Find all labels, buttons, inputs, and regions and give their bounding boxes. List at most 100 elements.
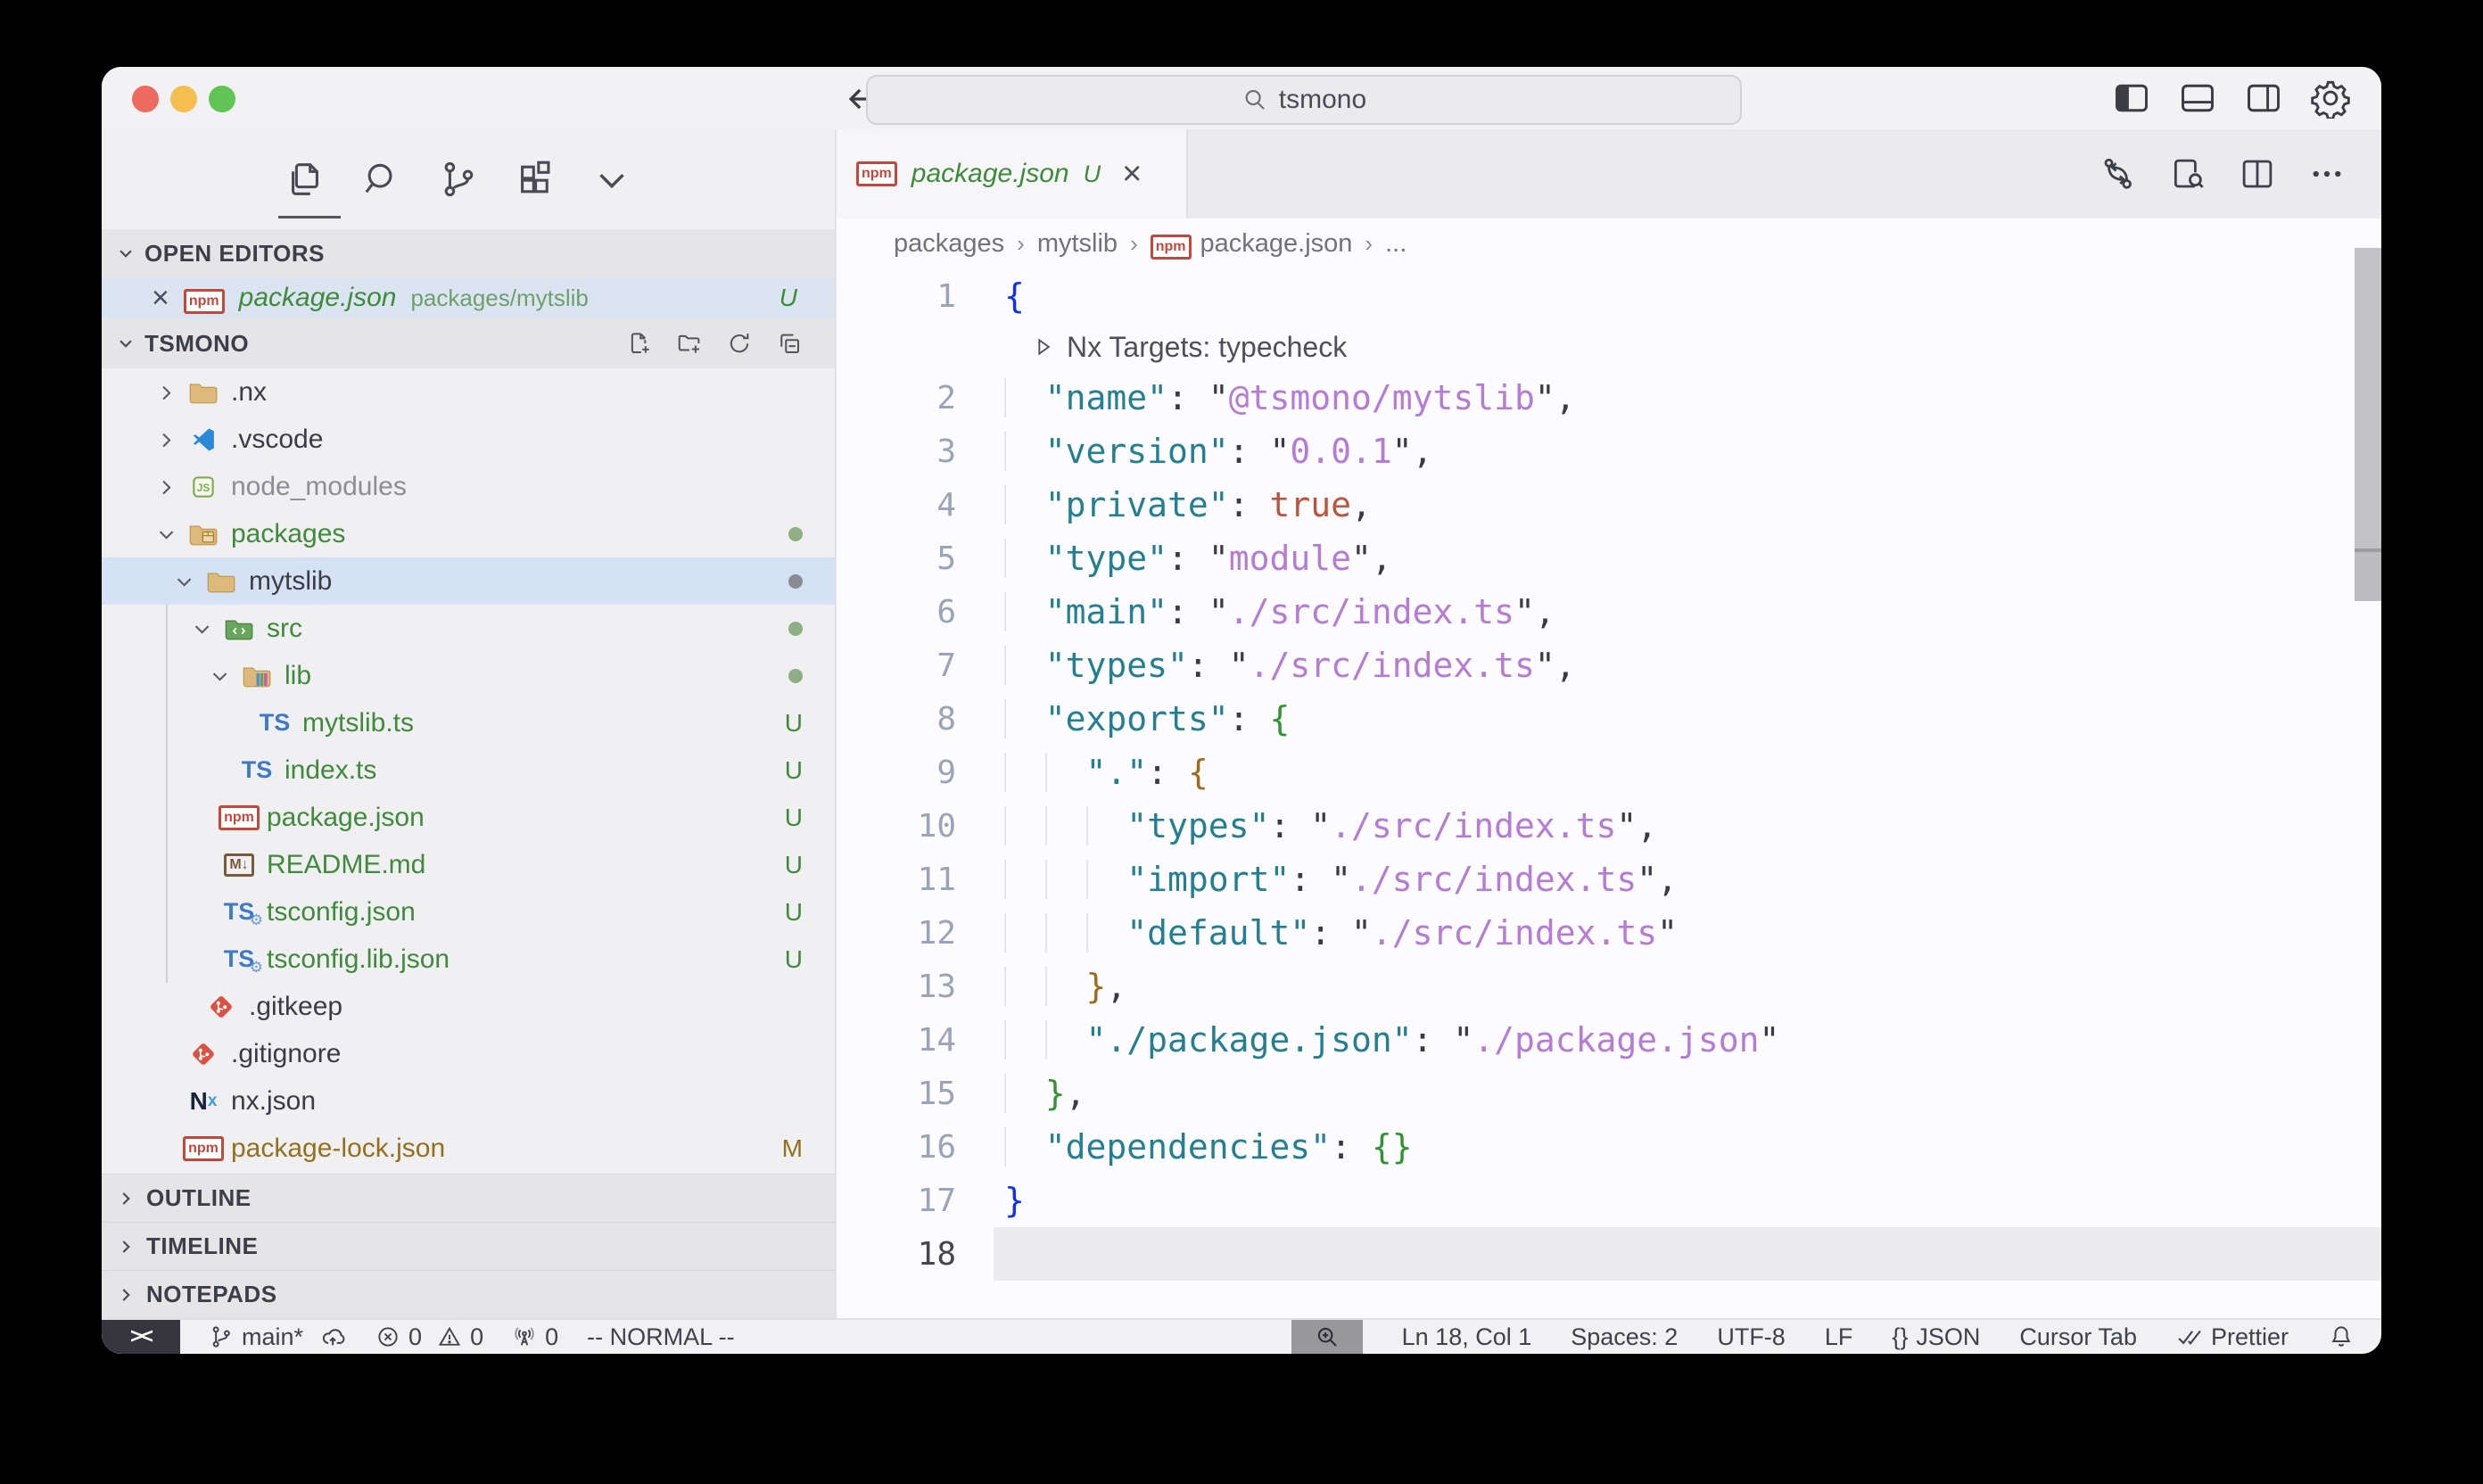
ports-item[interactable]: 0 [512, 1323, 558, 1351]
sidebar-section-outline[interactable]: OUTLINE [102, 1174, 835, 1222]
breadcrumb-item[interactable]: packages [894, 229, 1004, 259]
eol-item[interactable]: LF [1825, 1323, 1853, 1351]
encoding-item[interactable]: UTF-8 [1717, 1323, 1786, 1351]
chevron-right-icon [114, 1283, 137, 1307]
line-number: 18 [837, 1236, 956, 1273]
tab-package-json[interactable]: npm package.json U × [837, 129, 1188, 218]
cursor-position-item[interactable]: Ln 18, Col 1 [1402, 1323, 1532, 1351]
settings-gear-icon[interactable] [2310, 78, 2351, 119]
refresh-icon[interactable] [726, 330, 753, 357]
formatter-item[interactable]: Prettier [2176, 1323, 2289, 1351]
code-line-5[interactable]: 5 "type": "module", [837, 532, 2381, 585]
code-line-17[interactable]: 17} [837, 1174, 2381, 1227]
new-file-icon[interactable] [626, 330, 653, 357]
toggle-panel-icon[interactable] [2178, 78, 2217, 118]
tree-item-package-lock-json[interactable]: npmpackage-lock.jsonM [102, 1125, 835, 1172]
open-editor-item[interactable]: ×npmpackage.jsonpackages/mytslibU [102, 277, 835, 318]
code-editor[interactable]: 1{Nx Targets: typecheck2 "name": "@tsmon… [837, 269, 2381, 1318]
code-line-4[interactable]: 4 "private": true, [837, 478, 2381, 532]
tree-item-label: nx.json [231, 1086, 316, 1117]
tree-item-package-json[interactable]: npmpackage.jsonU [102, 794, 835, 841]
search-sidebar-icon[interactable] [361, 159, 402, 200]
branch-item[interactable]: main* [209, 1323, 347, 1351]
more-actions-icon[interactable] [2308, 155, 2346, 193]
open-editors-header[interactable]: OPEN EDITORS [102, 229, 835, 277]
command-center-search[interactable]: tsmono [866, 75, 1742, 125]
code-line-9[interactable]: 9 ".": { [837, 746, 2381, 799]
indentation-item[interactable]: Spaces: 2 [1571, 1323, 1678, 1351]
tree-item-node-modules[interactable]: JSnode_modules [102, 463, 835, 510]
node-icon: JS [183, 474, 224, 500]
toggle-primary-sidebar-icon[interactable] [2112, 78, 2151, 118]
line-content: "version": "0.0.1", [1004, 432, 1433, 471]
code-line-13[interactable]: 13 }, [837, 960, 2381, 1013]
open-changes-icon[interactable] [2099, 155, 2137, 193]
branch-label: main* [242, 1323, 303, 1351]
code-line-1[interactable]: 1{ [837, 269, 2381, 323]
bell-icon [2328, 1323, 2355, 1350]
tree-item-tsconfig-json[interactable]: TS⚙tsconfig.jsonU [102, 888, 835, 936]
vim-mode-item[interactable]: -- NORMAL -- [587, 1323, 734, 1351]
code-line-14[interactable]: 14 "./package.json": "./package.json" [837, 1013, 2381, 1067]
editor-scrollbar-segment[interactable] [2355, 548, 2381, 601]
tree-item-mytslib-ts[interactable]: TSmytslib.tsU [102, 699, 835, 746]
close-editor-icon[interactable]: × [152, 283, 169, 313]
breadcrumb-item[interactable]: ... [1385, 229, 1406, 259]
sidebar-section-notepads[interactable]: NOTEPADS [102, 1270, 835, 1318]
tree-item-tsconfig-lib-json[interactable]: TS⚙tsconfig.lib.jsonU [102, 936, 835, 983]
breadcrumb-item[interactable]: npmpackage.json [1151, 228, 1353, 260]
collapse-all-icon[interactable] [776, 330, 803, 357]
code-line-2[interactable]: 2 "name": "@tsmono/mytslib", [837, 371, 2381, 425]
minimize-window-button[interactable] [170, 86, 197, 112]
tree-item--gitkeep[interactable]: .gitkeep [102, 983, 835, 1030]
cursor-tab-item[interactable]: Cursor Tab [2019, 1323, 2137, 1351]
split-editor-icon[interactable] [2239, 155, 2276, 193]
tree-item-label: .gitignore [231, 1039, 341, 1069]
codelens-run-target[interactable]: Nx Targets: typecheck [837, 323, 2381, 371]
extensions-icon[interactable] [515, 159, 556, 200]
code-line-15[interactable]: 15 }, [837, 1067, 2381, 1120]
zoom-window-button[interactable] [209, 86, 235, 112]
tree-item-readme-md[interactable]: M↓README.mdU [102, 841, 835, 888]
screencast-zoom-button[interactable] [1291, 1320, 1363, 1354]
language-mode-item[interactable]: {} JSON [1892, 1323, 1980, 1351]
code-line-10[interactable]: 10 "types": "./src/index.ts", [837, 799, 2381, 853]
close-tab-icon[interactable]: × [1122, 157, 1142, 191]
tree-item-packages[interactable]: packages [102, 510, 835, 557]
code-line-6[interactable]: 6 "main": "./src/index.ts", [837, 585, 2381, 639]
code-line-18[interactable]: 18 [837, 1227, 2381, 1281]
code-line-11[interactable]: 11 "import": "./src/index.ts", [837, 853, 2381, 906]
tree-item-nx-json[interactable]: Nxnx.json [102, 1077, 835, 1125]
toggle-secondary-sidebar-icon[interactable] [2244, 78, 2283, 118]
new-folder-icon[interactable] [676, 330, 703, 357]
line-number: 7 [837, 647, 956, 684]
open-preview-search-icon[interactable] [2169, 155, 2207, 193]
tree-item-mytslib[interactable]: mytslib [102, 557, 835, 605]
code-line-16[interactable]: 16 "dependencies": {} [837, 1120, 2381, 1174]
explorer-icon[interactable] [285, 159, 326, 200]
editor-scrollbar[interactable] [2355, 248, 2381, 598]
tree-item-src[interactable]: src [102, 605, 835, 652]
problems-item[interactable]: 0 0 [375, 1323, 483, 1351]
views-more-chevron-icon[interactable] [591, 159, 632, 200]
code-line-3[interactable]: 3 "version": "0.0.1", [837, 425, 2381, 478]
breadcrumb-item[interactable]: mytslib [1037, 229, 1118, 259]
close-window-button[interactable] [132, 86, 159, 112]
code-line-7[interactable]: 7 "types": "./src/index.ts", [837, 639, 2381, 692]
git-status-badge: U [785, 851, 803, 879]
sidebar-section-timeline[interactable]: TIMELINE [102, 1222, 835, 1270]
source-control-icon[interactable] [438, 159, 479, 200]
tree-item--vscode[interactable]: .vscode [102, 416, 835, 463]
tree-item-lib[interactable]: lib [102, 652, 835, 699]
breadcrumb-separator: › [1365, 230, 1373, 258]
remote-indicator[interactable]: >< [102, 1320, 180, 1354]
tree-item--nx[interactable]: .nx [102, 368, 835, 416]
notifications-item[interactable] [2328, 1323, 2355, 1350]
screen: tsmono [0, 0, 2483, 1484]
code-line-12[interactable]: 12 "default": "./src/index.ts" [837, 906, 2381, 960]
tree-item-index-ts[interactable]: TSindex.tsU [102, 746, 835, 794]
line-number: 15 [837, 1076, 956, 1112]
tree-item--gitignore[interactable]: .gitignore [102, 1030, 835, 1077]
workspace-header[interactable]: TSMONO [102, 318, 835, 368]
code-line-8[interactable]: 8 "exports": { [837, 692, 2381, 746]
